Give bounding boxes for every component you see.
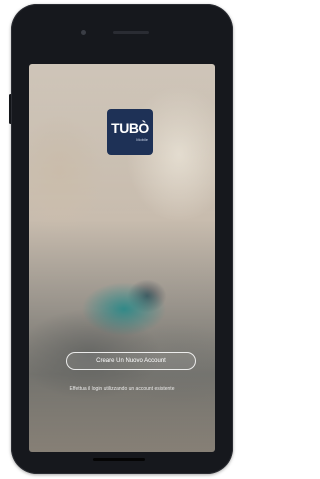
home-indicator[interactable] xyxy=(93,458,145,461)
app-screen: TUBÒ Mobile Creare Un Nuovo Account Effe… xyxy=(29,64,215,452)
front-camera-icon xyxy=(81,30,86,35)
login-existing-account-link[interactable]: Effettua il login utilizzando un account… xyxy=(37,386,207,393)
create-account-button[interactable]: Creare Un Nuovo Account xyxy=(66,352,196,370)
logo-sub-text: Mobile xyxy=(136,137,148,142)
earpiece-speaker xyxy=(113,31,149,34)
app-logo: TUBÒ Mobile xyxy=(107,109,153,155)
logo-brand-text: TUBÒ xyxy=(111,120,149,136)
